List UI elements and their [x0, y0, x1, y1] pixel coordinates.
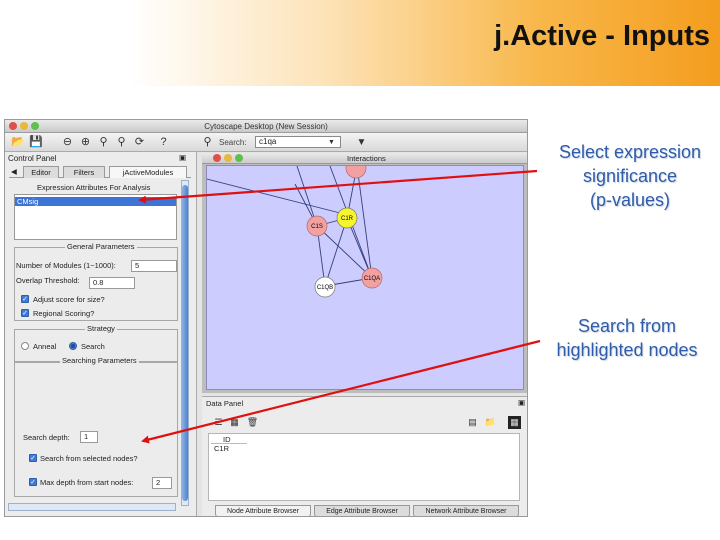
delete-attribute-icon[interactable]: 🗑	[246, 416, 259, 429]
regional-scoring-label: Regional Scoring?	[33, 309, 95, 318]
node-partial-shape[interactable]	[345, 157, 367, 179]
callout-expression: Select expression significance (p-values…	[540, 140, 720, 212]
expression-attribute-selected[interactable]: CMsig	[15, 197, 176, 206]
vertical-scrollbar[interactable]	[181, 180, 189, 506]
network-edge[interactable]	[316, 225, 373, 279]
window-titlebar: Cytoscape Desktop (New Session)	[5, 120, 527, 133]
node-c1qb[interactable]: C1QB	[314, 276, 336, 298]
zoom-out-icon[interactable]: ⊖	[61, 136, 74, 149]
tab-edge-attribute-browser[interactable]: Edge Attribute Browser	[314, 505, 410, 516]
network-edge[interactable]	[186, 173, 345, 215]
regional-scoring-checkbox[interactable]: ✓	[21, 309, 29, 317]
window-title: Cytoscape Desktop (New Session)	[204, 122, 328, 131]
strategy-header: Strategy	[85, 324, 117, 333]
search-depth-label: Search depth:	[23, 433, 70, 442]
attribute-table: ID C1R	[208, 433, 520, 501]
data-panel-tabs: Node Attribute Browser Edge Attribute Br…	[212, 505, 526, 516]
num-modules-label: Number of Modules (1~1000):	[16, 261, 116, 270]
expression-attributes-header: Expression Attributes For Analysis	[37, 183, 151, 192]
network-view-frame: Interactions C1R C1S C1QA C1QB	[186, 153, 527, 393]
tab-editor[interactable]: Editor	[23, 166, 59, 178]
search-depth-input[interactable]: 1	[80, 431, 98, 443]
refresh-icon[interactable]: ⟳	[133, 136, 146, 149]
network-edge[interactable]	[324, 217, 348, 287]
node-c1qb-label: C1QB	[317, 285, 333, 291]
slide-header: j.Active - Inputs	[0, 0, 720, 86]
data-panel-float-icon[interactable]: ▣	[518, 398, 525, 407]
network-close-button[interactable]	[213, 154, 221, 162]
control-panel-title: Control Panel	[8, 154, 57, 163]
zoom-in-icon[interactable]: ⊕	[79, 136, 92, 149]
num-modules-input[interactable]: 5	[131, 260, 177, 272]
overlap-threshold-input[interactable]: 0.8	[89, 277, 135, 289]
node-c1r-label: C1R	[341, 216, 354, 222]
tab-node-attribute-browser[interactable]: Node Attribute Browser	[215, 505, 311, 516]
tab-jactivemodules[interactable]: jActiveModules	[109, 166, 187, 178]
node-partial[interactable]	[345, 157, 367, 179]
searching-parameters-header: Searching Parameters	[60, 356, 139, 365]
node-c1s[interactable]: C1S	[306, 215, 328, 237]
callout-expression-line2: significance	[582, 166, 678, 186]
open-icon[interactable]: 📂	[11, 136, 25, 149]
select-attributes-icon[interactable]: ☰	[212, 416, 225, 429]
callout-search-line1: Search from	[577, 316, 677, 336]
expression-attributes-list[interactable]: CMsig	[14, 194, 177, 240]
toolbar: 📂 💾 ⊖ ⊕ ⚲ ⚲ ⟳ ? ⚲ Search: c1qa ▼ ▼	[5, 133, 527, 152]
search-from-selected-label: Search from selected nodes?	[40, 454, 138, 463]
attribute-row-value[interactable]: C1R	[214, 444, 229, 453]
help-icon[interactable]: ?	[157, 136, 170, 149]
node-c1qa[interactable]: C1QA	[361, 267, 383, 289]
node-c1qa-label: C1QA	[364, 276, 380, 282]
tab-scroll-left-icon[interactable]: ◀	[11, 167, 17, 176]
filter-icon[interactable]: ▼	[355, 136, 368, 149]
zoom-selected-icon[interactable]: ⚲	[97, 136, 110, 149]
network-canvas[interactable]: C1R C1S C1QA C1QB	[186, 157, 525, 391]
search-label: Search:	[219, 138, 247, 147]
panel-float-icon[interactable]: ▣	[179, 153, 186, 162]
max-depth-label: Max depth from start nodes:	[40, 478, 134, 487]
network-edge[interactable]	[356, 165, 373, 279]
tab-network-attribute-browser[interactable]: Network Attribute Browser	[413, 505, 519, 516]
callout-expression-line3: (p-values)	[589, 190, 671, 210]
control-panel-tabs: ◀ Editor Filters jActiveModules	[9, 166, 191, 178]
callout-search-line2: highlighted nodes	[556, 340, 698, 360]
tab-filters[interactable]: Filters	[63, 166, 105, 178]
folder-icon[interactable]: 📁	[484, 416, 497, 429]
table-icon[interactable]: ▦	[228, 416, 241, 429]
network-view-titlebar: Interactions	[202, 153, 527, 164]
adjust-score-checkbox[interactable]: ✓	[21, 295, 29, 303]
slide-title: j.Active - Inputs	[494, 20, 710, 52]
cytoscape-window: Cytoscape Desktop (New Session) 📂 💾 ⊖ ⊕ …	[4, 119, 528, 517]
horizontal-scrollbar[interactable]	[8, 503, 176, 511]
data-panel: Data Panel ▣ ☰ ▦ 🗑 ▤ 📁 ▦ ID C1R Node Att…	[202, 396, 527, 516]
network-zoom-button[interactable]	[235, 154, 243, 162]
data-panel-title: Data Panel	[206, 399, 244, 408]
matrix-icon[interactable]: ▦	[508, 416, 521, 429]
callout-expression-line1: Select expression	[558, 142, 702, 162]
node-c1s-label: C1S	[311, 224, 323, 230]
zoom-fit-icon[interactable]: ⚲	[115, 136, 128, 149]
network-title: Interactions	[347, 154, 386, 163]
max-depth-checkbox[interactable]: ✓	[29, 478, 37, 486]
general-parameters-header: General Parameters	[65, 242, 137, 251]
network-graph[interactable]: C1R C1S C1QA C1QB	[186, 157, 525, 391]
import-icon[interactable]: ▤	[466, 416, 479, 429]
search-icon: ⚲	[203, 136, 212, 148]
network-minimize-button[interactable]	[224, 154, 232, 162]
scrollbar-thumb[interactable]	[182, 185, 188, 501]
max-depth-input[interactable]: 2	[152, 477, 172, 489]
overlap-threshold-label: Overlap Threshold:	[16, 276, 80, 285]
adjust-score-label: Adjust score for size?	[33, 295, 105, 304]
callout-search: Search from highlighted nodes	[540, 314, 714, 362]
search-from-selected-checkbox[interactable]: ✓	[29, 454, 37, 462]
search-dropdown-icon[interactable]: ▼	[325, 136, 338, 149]
control-panel: Control Panel ▣ ◀ Editor Filters jActive…	[5, 152, 197, 516]
node-c1r[interactable]: C1R	[336, 207, 358, 229]
save-icon[interactable]: 💾	[29, 136, 43, 149]
